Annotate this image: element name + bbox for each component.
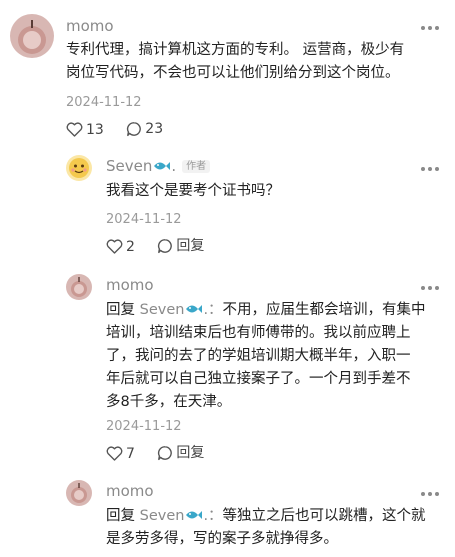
more-options-icon[interactable] [421, 21, 441, 35]
text-line: 回复 Seven .：等独立之后也可以跳槽，这个就 [106, 505, 426, 528]
avatar[interactable] [66, 274, 92, 300]
reply-count: 23 [145, 121, 164, 137]
avatar[interactable] [66, 155, 92, 181]
comment-date: 2024-11-12 [66, 95, 142, 110]
reply-button[interactable]: 回复 [157, 444, 204, 462]
fish-icon [186, 511, 203, 519]
heart-icon [106, 446, 123, 461]
heart-icon [66, 122, 83, 137]
comment-date: 2024-11-12 [106, 419, 182, 434]
comment-bubble-icon [158, 446, 173, 461]
reply-label: 回复 [176, 445, 205, 461]
reply-button[interactable]: 23 [126, 120, 163, 138]
author-name-suffix: . [171, 157, 177, 175]
like-count: 7 [126, 445, 135, 462]
fish-icon [186, 305, 203, 313]
text-line: 是多劳多得，写的案子多就挣得多。 [106, 531, 338, 547]
text-line: 了，我问的去了的学姐培训期大概半年，入职一 [106, 348, 411, 364]
comment-actions: 13 23 [66, 120, 181, 142]
text-line: 我看这个是要考个证书吗？ [106, 183, 280, 199]
avatar[interactable] [10, 14, 54, 58]
comment-text: 回复 Seven .：等独立之后也可以跳槽，这个就 是多劳多得，写的案子多就挣得多… [106, 505, 426, 551]
author-name-text: Seven [106, 157, 153, 175]
like-button[interactable]: 7 [106, 445, 135, 463]
mention-link[interactable]: Seven .： [140, 302, 223, 318]
mention-suffix: .： [203, 508, 223, 524]
text-line: 专利代理，搞计算机这方面的专利。 运营商，极少有 [66, 42, 405, 58]
comment-actions: 7 回复 [106, 444, 222, 466]
avatar[interactable] [66, 480, 92, 506]
text-line: 培训，培训结束后也有师傅带的。我以前应聘上 [106, 325, 411, 341]
comment-date: 2024-11-12 [106, 212, 182, 227]
reply-prefix: 回复 [106, 508, 135, 524]
like-button[interactable]: 13 [66, 121, 104, 139]
comment-bubble-icon [158, 239, 173, 254]
mention-link[interactable]: Seven .： [140, 508, 223, 524]
text-line: 回复 Seven .：不用，应届生都会培训，有集中 [106, 299, 426, 322]
like-count: 13 [86, 121, 104, 138]
reply-label: 回复 [176, 238, 205, 254]
author-name[interactable]: momo [106, 276, 154, 294]
text-first-line-rest: 等独立之后也可以跳槽，这个就 [222, 508, 426, 524]
author-name[interactable]: momo [66, 17, 114, 35]
mention-suffix: .： [203, 302, 223, 318]
mention-name: Seven [139, 508, 185, 524]
text-line: 年后就可以自己独立接案子了。一个月到手差不 [106, 371, 411, 387]
more-options-icon[interactable] [421, 162, 441, 176]
comment-text: 回复 Seven .：不用，应届生都会培训，有集中 培训，培训结束后也有师傅带的。… [106, 299, 426, 414]
author-badge: 作者 [182, 160, 211, 173]
reply-button[interactable]: 回复 [157, 237, 204, 255]
like-count: 2 [126, 238, 135, 255]
comment-bubble-icon [127, 122, 142, 137]
text-first-line-rest: 不用，应届生都会培训，有集中 [222, 302, 426, 318]
fish-icon [154, 162, 171, 170]
author-name[interactable]: momo [106, 482, 154, 500]
heart-icon [106, 239, 123, 254]
comment-text: 专利代理，搞计算机这方面的专利。 运营商，极少有 岗位写代码，不会也可以让他们别… [66, 39, 404, 85]
like-button[interactable]: 2 [106, 238, 135, 256]
mention-name: Seven [139, 302, 185, 318]
comment-actions: 2 回复 [106, 237, 222, 259]
reply-prefix: 回复 [106, 302, 135, 318]
text-line: 多8千多，在天津。 [106, 394, 232, 410]
more-options-icon[interactable] [421, 281, 441, 295]
text-line: 岗位写代码，不会也可以让他们别给分到这个岗位。 [66, 65, 400, 81]
more-options-icon[interactable] [421, 487, 441, 501]
comment-text: 我看这个是要考个证书吗？ [106, 180, 280, 203]
author-name[interactable]: Seven. 作者 [106, 157, 211, 176]
